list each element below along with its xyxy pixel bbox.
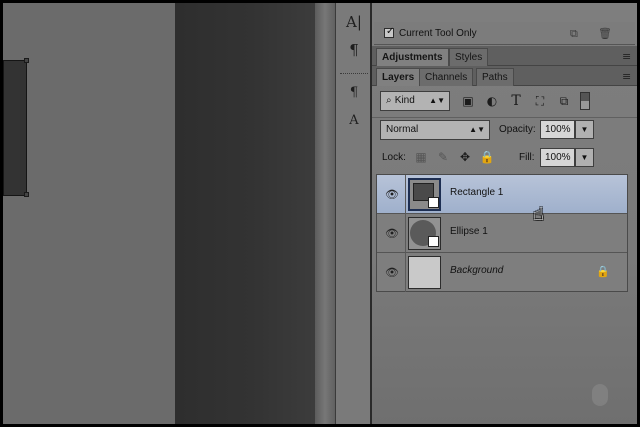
pixel-layer-filter-icon[interactable]: ▣: [460, 93, 476, 109]
canvas-pasteboard[interactable]: [3, 3, 175, 424]
panel-icon-strip: A| ¶ ¶ A: [335, 3, 372, 424]
fill-input[interactable]: 100%: [540, 148, 575, 167]
opacity-dropdown-button[interactable]: ▼: [575, 120, 594, 139]
panels-dock: ✓ Current Tool Only ⧉ 🗑 Adjustments Styl…: [372, 3, 637, 424]
opacity-input[interactable]: 100%: [540, 120, 575, 139]
history-options-bar: ✓ Current Tool Only ⧉ 🗑: [374, 22, 635, 45]
tab-paths[interactable]: Paths: [476, 68, 514, 86]
filter-kind-dropdown[interactable]: ⌕ Kind ▲▼: [380, 91, 450, 111]
character-styles-icon[interactable]: A: [342, 109, 366, 131]
tab-adjustments[interactable]: Adjustments: [376, 48, 449, 66]
panel-tabs-layers: Layers Channels Paths ≡: [372, 66, 637, 86]
lock-position-icon[interactable]: ✥: [457, 149, 473, 165]
filter-toggle-switch[interactable]: [580, 92, 590, 110]
paragraph-icon[interactable]: ¶: [342, 39, 366, 61]
layer-filter-row: ⌕ Kind ▲▼ ▣ ◐ T ⛶ ⧉: [372, 89, 637, 115]
eye-icon[interactable]: 👁: [385, 188, 399, 201]
shape-badge-icon: [428, 236, 439, 247]
hand-cursor-icon: ☝: [533, 204, 544, 225]
lock-all-icon[interactable]: 🔒: [479, 149, 495, 165]
fill-label: Fill:: [519, 152, 535, 163]
strip-divider: [340, 73, 368, 74]
chevron-down-icon: ▼: [580, 153, 589, 162]
canvas-document-area[interactable]: [175, 3, 315, 424]
transform-handle[interactable]: [24, 58, 29, 63]
tab-styles[interactable]: Styles: [449, 48, 489, 66]
layer-row-background[interactable]: 👁 Background 🔒: [377, 253, 627, 292]
adjustment-layer-filter-icon[interactable]: ◐: [484, 93, 500, 109]
shape-layer-filter-icon[interactable]: ⛶: [532, 93, 548, 109]
layer-name: Ellipse 1: [450, 226, 488, 237]
visibility-column: 👁: [377, 175, 406, 214]
panel-menu-icon[interactable]: ≡: [622, 70, 631, 83]
panel-tabs-top: Adjustments Styles ≡: [372, 46, 637, 66]
eye-icon[interactable]: 👁: [385, 227, 399, 240]
new-snapshot-icon[interactable]: ⧉: [570, 27, 578, 41]
smart-object-filter-icon[interactable]: ⧉: [556, 93, 572, 109]
rectangle-shape[interactable]: [3, 58, 29, 197]
current-tool-only-checkbox[interactable]: ✓: [384, 26, 394, 38]
layer-name: Rectangle 1: [450, 187, 504, 198]
layer-name: Background: [450, 265, 504, 276]
visibility-column: 👁: [377, 214, 406, 253]
layer-row-rectangle-1[interactable]: 👁 Rectangle 1: [377, 175, 627, 214]
transform-handle[interactable]: [24, 192, 29, 197]
layer-thumbnail[interactable]: [408, 178, 441, 211]
layers-list: 👁 Rectangle 1 👁 Ellipse 1 👁 Background 🔒: [376, 174, 628, 292]
chevron-updown-icon: ▲▼: [429, 96, 445, 105]
app-window: A| ¶ ¶ A ✓ Current Tool Only ⧉ 🗑 Adjustm…: [3, 3, 637, 424]
type-layer-filter-icon[interactable]: T: [508, 93, 524, 109]
eye-icon[interactable]: 👁: [385, 266, 399, 279]
visibility-column: 👁: [377, 253, 406, 292]
chevron-updown-icon: ▲▼: [469, 125, 485, 134]
opacity-label: Opacity:: [499, 124, 536, 135]
trash-icon[interactable]: 🗑: [598, 27, 612, 40]
watermark-drop-icon: [592, 384, 608, 406]
tab-channels[interactable]: Channels: [419, 68, 474, 86]
filter-search-icon: ⌕: [386, 95, 395, 106]
layer-thumbnail[interactable]: [408, 217, 441, 250]
layer-thumbnail[interactable]: [408, 256, 441, 289]
paragraph-styles-icon[interactable]: ¶: [342, 81, 366, 103]
lock-label: Lock:: [382, 152, 406, 163]
canvas-scroll-edge: [315, 3, 335, 424]
chevron-down-icon: ▼: [580, 125, 589, 134]
current-tool-only-label: Current Tool Only: [399, 28, 477, 39]
fill-dropdown-button[interactable]: ▼: [575, 148, 594, 167]
shape-badge-icon: [428, 197, 439, 208]
blend-mode-dropdown[interactable]: Normal ▲▼: [380, 120, 490, 140]
lock-row: Lock: ▦ ✎ ✥ 🔒 Fill: 100% ▼: [372, 145, 637, 171]
lock-image-pixels-icon[interactable]: ✎: [435, 149, 451, 165]
blend-row: Normal ▲▼ Opacity: 100% ▼: [372, 117, 637, 143]
tab-layers[interactable]: Layers: [376, 68, 421, 86]
panel-menu-icon[interactable]: ≡: [622, 50, 631, 63]
layer-row-ellipse-1[interactable]: 👁 Ellipse 1: [377, 214, 627, 253]
lock-transparent-pixels-icon[interactable]: ▦: [413, 149, 429, 165]
lock-icon: 🔒: [596, 265, 610, 278]
character-icon[interactable]: A|: [342, 11, 366, 33]
